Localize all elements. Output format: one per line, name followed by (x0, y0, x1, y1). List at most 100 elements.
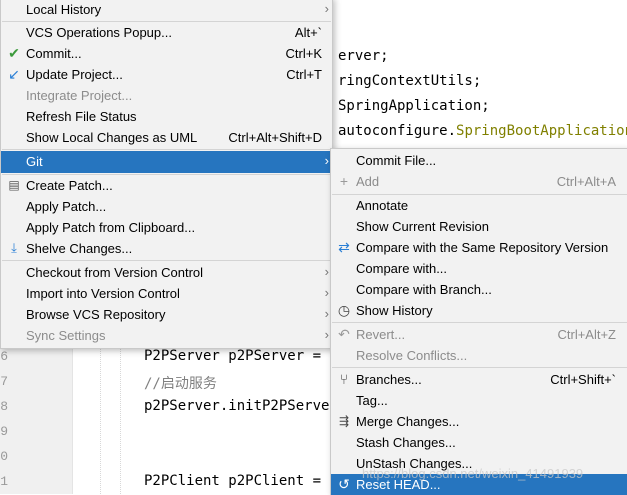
menu-item-compare-same-repo-version[interactable]: ⇄ Compare with the Same Repository Versi… (331, 237, 627, 258)
reset-icon: ↺ (338, 476, 350, 492)
code-line: ringContextUtils; (338, 73, 482, 89)
menu-item-shortcut: Ctrl+Alt+Z (557, 327, 616, 342)
menu-item-revert[interactable]: ↶ Revert... Ctrl+Alt+Z (331, 324, 627, 345)
menu-item-label: Tag... (356, 393, 388, 408)
chevron-right-icon: › (324, 285, 329, 300)
menu-item-compare-with-branch[interactable]: Compare with Branch... (331, 279, 627, 300)
plus-icon: + (339, 173, 349, 189)
code-line: SpringApplication; (338, 98, 490, 114)
menu-item-local-history[interactable]: Local History › (1, 0, 332, 20)
compare-icon: ⇄ (338, 239, 350, 255)
menu-item-show-current-revision[interactable]: Show Current Revision (331, 216, 627, 237)
chevron-right-icon: › (324, 264, 329, 279)
menu-item-import-vcs[interactable]: Import into Version Control › (1, 283, 332, 304)
menu-item-resolve-conflicts[interactable]: Resolve Conflicts... (331, 345, 627, 366)
code-line: autoconfigure.SpringBootApplication; (338, 123, 627, 139)
menu-item-label: Annotate (356, 198, 409, 213)
menu-separator (332, 322, 627, 323)
menu-item-label: Revert... (356, 327, 406, 342)
shelve-icon: ⤓ (11, 240, 17, 255)
code-line: p2PServer.initP2PServer (144, 398, 338, 414)
menu-item-label: Merge Changes... (356, 414, 460, 429)
menu-item-commit-file[interactable]: Commit File... (331, 150, 627, 171)
branch-icon: ⑂ (339, 371, 349, 387)
menu-item-commit[interactable]: ✔ Commit... Ctrl+K (1, 43, 332, 64)
code-comment: //启动服务 (144, 376, 217, 392)
chevron-right-icon: › (324, 1, 329, 16)
menu-item-label: Compare with... (356, 261, 448, 276)
menu-item-label: UnStash Changes... (356, 456, 473, 471)
menu-item-label: Commit File... (356, 153, 437, 168)
menu-item-shortcut: Ctrl+T (286, 67, 322, 82)
annotation-text: SpringBootApplication; (456, 123, 627, 139)
code-line: P2PClient p2PClient = S (144, 473, 338, 489)
code-line: erver; (338, 48, 389, 64)
menu-item-label: Show Current Revision (356, 219, 489, 234)
menu-item-shelve-changes[interactable]: ⤓ Shelve Changes... (1, 238, 332, 259)
line-number: 6 (0, 349, 8, 364)
menu-item-merge-changes[interactable]: ⇶ Merge Changes... (331, 411, 627, 432)
menu-item-label: Stash Changes... (356, 435, 456, 450)
revert-icon: ↶ (338, 326, 350, 342)
menu-item-label: Browse VCS Repository (26, 307, 166, 322)
menu-item-shortcut: Ctrl+Alt+Shift+D (228, 130, 322, 145)
menu-item-vcs-operations-popup[interactable]: VCS Operations Popup... Alt+` (1, 22, 332, 43)
history-clock-icon: ◷ (337, 302, 351, 318)
menu-item-create-patch[interactable]: ▤ Create Patch... (1, 175, 332, 196)
menu-item-label: Commit... (26, 46, 82, 61)
menu-item-show-history[interactable]: ◷ Show History (331, 300, 627, 321)
menu-item-label: Branches... (356, 372, 422, 387)
git-submenu: Commit File... + Add Ctrl+Alt+A Annotate… (330, 148, 627, 495)
line-number: 0 (0, 449, 8, 464)
menu-item-branches[interactable]: ⑂ Branches... Ctrl+Shift+` (331, 369, 627, 390)
menu-item-add[interactable]: + Add Ctrl+Alt+A (331, 171, 627, 192)
line-number: 9 (0, 424, 8, 439)
code-text: autoconfigure. (338, 123, 457, 139)
menu-item-show-local-changes-uml[interactable]: Show Local Changes as UML Ctrl+Alt+Shift… (1, 127, 332, 148)
menu-item-label: Sync Settings (26, 328, 106, 343)
checkmark-icon: ✔ (8, 45, 20, 61)
menu-item-label: Create Patch... (26, 178, 113, 193)
menu-item-tag[interactable]: Tag... (331, 390, 627, 411)
menu-item-stash-changes[interactable]: Stash Changes... (331, 432, 627, 453)
menu-item-git[interactable]: Git › (1, 151, 332, 173)
chevron-right-icon: › (324, 153, 329, 168)
menu-item-shortcut: Ctrl+Shift+` (550, 372, 616, 387)
indent-guide (120, 330, 122, 494)
menu-item-label: Update Project... (26, 67, 123, 82)
menu-separator (2, 260, 331, 261)
menu-item-label: Git (26, 154, 43, 169)
menu-item-apply-patch[interactable]: Apply Patch... (1, 196, 332, 217)
menu-item-label: Shelve Changes... (26, 241, 133, 256)
line-number: 1 (0, 474, 8, 489)
menu-item-label: Reset HEAD... (356, 477, 441, 492)
merge-icon: ⇶ (338, 414, 350, 428)
menu-item-sync-settings[interactable]: Sync Settings › (1, 325, 332, 346)
menu-item-annotate[interactable]: Annotate (331, 195, 627, 216)
menu-item-shortcut: Alt+` (294, 25, 322, 40)
indent-guide (100, 330, 102, 494)
menu-item-label: Show Local Changes as UML (26, 130, 198, 145)
menu-item-label: Apply Patch from Clipboard... (26, 220, 196, 235)
update-arrow-icon: ↙ (8, 66, 20, 82)
menu-item-browse-vcs-repo[interactable]: Browse VCS Repository › (1, 304, 332, 325)
menu-item-reset-head[interactable]: ↺ Reset HEAD... (331, 474, 627, 495)
vcs-menu: Local History › VCS Operations Popup... … (0, 0, 333, 349)
code-line: P2PServer p2PServer = S (144, 348, 338, 364)
menu-separator (2, 149, 331, 150)
menu-item-label: Add (356, 174, 380, 189)
menu-item-label: Compare with the Same Repository Version (356, 240, 609, 255)
line-number: 8 (0, 399, 8, 414)
menu-item-refresh-file-status[interactable]: Refresh File Status (1, 106, 332, 127)
menu-item-integrate-project[interactable]: Integrate Project... (1, 85, 332, 106)
menu-item-shortcut: Ctrl+K (285, 46, 322, 61)
menu-item-label: Apply Patch... (26, 199, 107, 214)
menu-item-unstash-changes[interactable]: UnStash Changes... (331, 453, 627, 474)
menu-item-update-project[interactable]: ↙ Update Project... Ctrl+T (1, 64, 332, 85)
menu-item-apply-patch-clipboard[interactable]: Apply Patch from Clipboard... (1, 217, 332, 238)
menu-item-shortcut: Ctrl+Alt+A (556, 174, 616, 189)
menu-item-checkout-vcs[interactable]: Checkout from Version Control › (1, 262, 332, 283)
menu-item-compare-with[interactable]: Compare with... (331, 258, 627, 279)
chevron-right-icon: › (324, 306, 329, 321)
menu-item-label: Resolve Conflicts... (356, 348, 468, 363)
